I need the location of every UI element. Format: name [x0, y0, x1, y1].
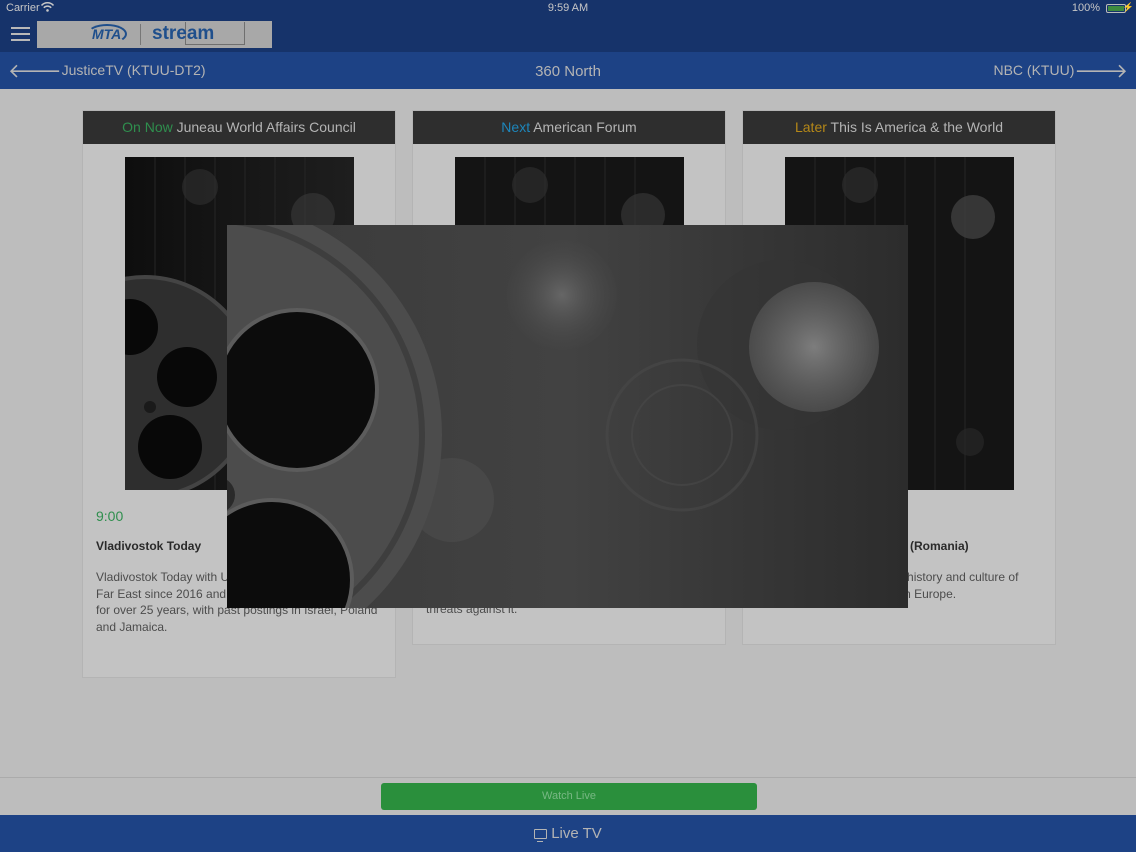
- divider: [0, 777, 1136, 778]
- tv-icon: [534, 829, 548, 842]
- tab-live-tv-label: Live TV: [551, 825, 602, 842]
- current-channel-title: 360 North: [535, 63, 601, 80]
- card-show-title: American Forum: [530, 119, 637, 135]
- status-bar: Carrier 9:59 AM 100% ⚡: [0, 0, 1136, 17]
- card-header: On Now Juneau World Affairs Council: [83, 111, 395, 144]
- next-channel-label: NBC (KTUU): [993, 62, 1075, 78]
- battery-percent: 100%: [1071, 2, 1100, 14]
- program-title: Vladivostok Today: [96, 539, 202, 553]
- mta-stream-logo: MTA stream: [37, 21, 272, 48]
- later-tag: Later: [794, 119, 827, 135]
- program-time: 9:00: [96, 508, 124, 524]
- on-now-tag: On Now: [122, 119, 173, 135]
- card-show-title: This Is America & the World: [826, 119, 1004, 135]
- arrow-right-icon: 🡒: [1074, 60, 1128, 83]
- app-header: MTA stream: [0, 17, 1136, 52]
- channel-navigation-bar: 🡐JusticeTV (KTUU-DT2) 360 North NBC (KTU…: [0, 52, 1136, 89]
- card-header: Next American Forum: [413, 111, 725, 144]
- clock: 9:59 AM: [547, 2, 589, 14]
- card-show-title: Juneau World Affairs Council: [172, 119, 356, 135]
- program-title: (Romania): [910, 539, 969, 553]
- tab-bar: Live TV: [0, 815, 1136, 852]
- charging-icon: ⚡: [1122, 2, 1134, 12]
- next-channel-button[interactable]: NBC (KTUU)🡒: [993, 61, 1128, 81]
- hamburger-menu-icon[interactable]: [11, 27, 30, 42]
- video-player[interactable]: [227, 225, 908, 608]
- card-header: Later This Is America & the World: [743, 111, 1055, 144]
- next-tag: Next: [501, 119, 531, 135]
- tab-live-tv[interactable]: Live TV: [0, 825, 1136, 842]
- watch-live-button[interactable]: Watch Live: [381, 783, 757, 810]
